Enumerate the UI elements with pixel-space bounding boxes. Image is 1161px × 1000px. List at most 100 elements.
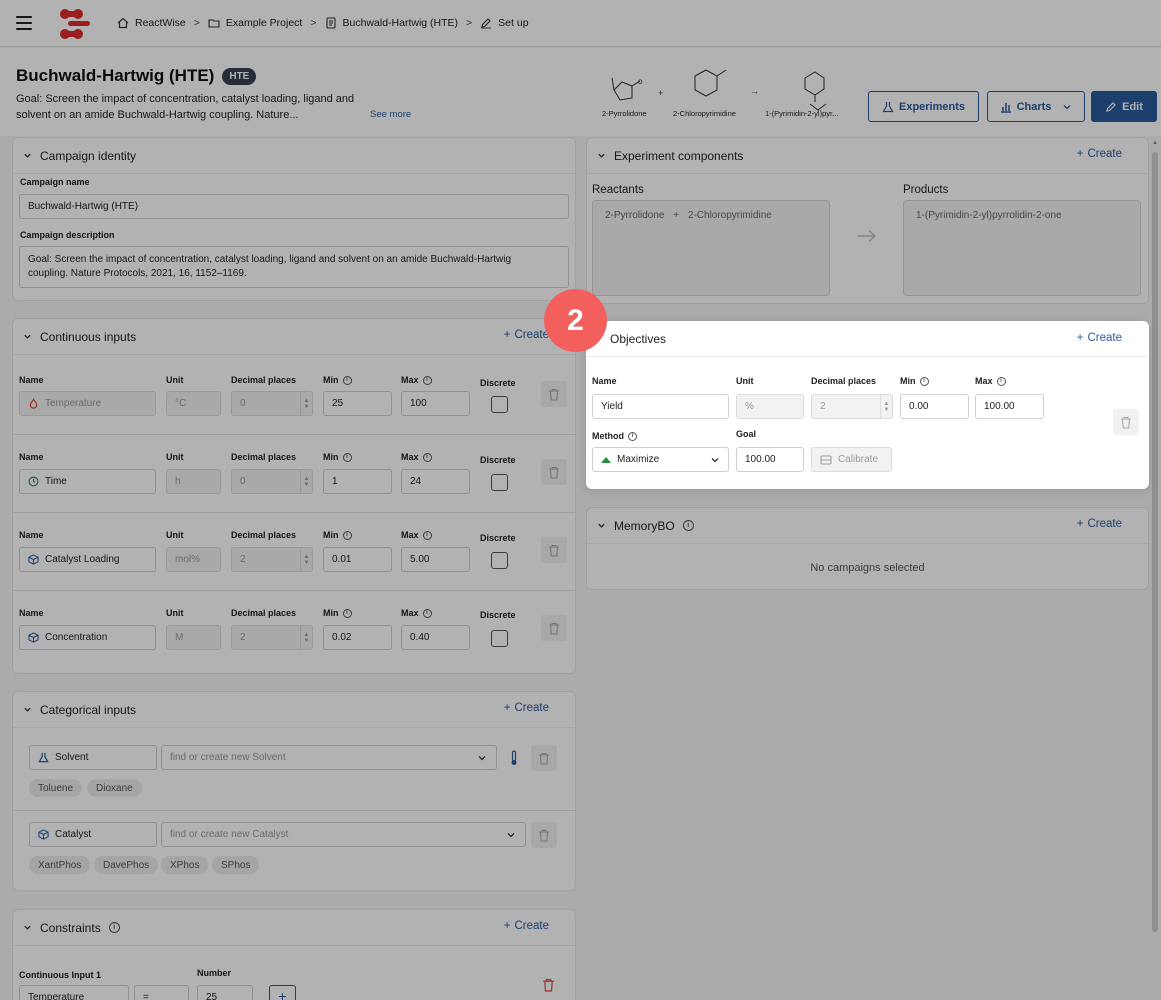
input-name-field[interactable]: Temperature xyxy=(19,391,156,416)
stepper-icon[interactable]: ▲ ▼ xyxy=(300,548,312,571)
unit-field[interactable]: °C xyxy=(166,391,221,416)
option-chip[interactable]: SPhos xyxy=(212,856,260,874)
stepper-icon[interactable]: ▲ ▼ xyxy=(300,626,312,649)
breadcrumb-item[interactable]: Example Project xyxy=(226,17,302,29)
catalyst-search-select[interactable]: find or create new Catalyst xyxy=(161,822,526,847)
memorybo-header[interactable]: MemoryBO i xyxy=(587,508,1148,544)
unit-field[interactable]: h xyxy=(166,469,221,494)
calibrate-button[interactable]: Calibrate xyxy=(811,447,892,472)
delete-input-button[interactable] xyxy=(541,537,567,563)
page-scrollbar[interactable]: ▲ xyxy=(1151,140,1159,1000)
discrete-checkbox[interactable] xyxy=(491,474,508,491)
stepper-icon[interactable]: ▲ ▼ xyxy=(300,470,312,493)
max-field[interactable]: 0.40 xyxy=(401,625,470,650)
create-memorybo-button[interactable]: + Create xyxy=(1077,518,1122,530)
input-name-field[interactable]: Time xyxy=(19,469,156,494)
info-icon[interactable]: i xyxy=(422,375,432,385)
charts-button[interactable]: Charts xyxy=(987,91,1085,122)
input-name-field[interactable]: Concentration xyxy=(19,625,156,650)
min-field[interactable]: 0.02 xyxy=(323,625,392,650)
info-icon[interactable]: i xyxy=(422,608,432,618)
objective-goal-field[interactable]: 100.00 xyxy=(736,447,804,472)
objectives-header[interactable]: Objectives xyxy=(586,321,1149,357)
delete-input-button[interactable] xyxy=(541,381,567,407)
create-objective-button[interactable]: + Create xyxy=(1077,332,1122,344)
reactwise-logo[interactable] xyxy=(56,8,96,40)
add-term-button[interactable]: + xyxy=(269,985,296,1000)
constraints-header[interactable]: Constraints i xyxy=(13,910,575,946)
option-chip[interactable]: XantPhos xyxy=(29,856,91,874)
reactants-box[interactable]: 2-Pyrrolidone + 2-Chloropyrimidine xyxy=(592,200,830,296)
trash-icon[interactable] xyxy=(542,978,555,992)
campaign-identity-header[interactable]: Campaign identity xyxy=(13,138,575,174)
delete-input-button[interactable] xyxy=(541,459,567,485)
objective-method-select[interactable]: Maximize xyxy=(592,447,729,472)
option-chip[interactable]: Toluene xyxy=(29,779,83,797)
option-chip[interactable]: DavePhos xyxy=(94,856,159,874)
min-field[interactable]: 1 xyxy=(323,469,392,494)
decimal-places-field[interactable]: 0 ▲ ▼ xyxy=(231,469,313,494)
decimal-places-field[interactable]: 2 ▲ ▼ xyxy=(231,547,313,572)
delete-objective-button[interactable] xyxy=(1113,409,1139,435)
experiment-components-header[interactable]: Experiment components xyxy=(587,138,1148,174)
info-icon[interactable]: i xyxy=(422,452,432,462)
stepper-icon[interactable]: ▲ ▼ xyxy=(880,395,892,418)
info-icon[interactable]: i xyxy=(422,530,432,540)
unit-field[interactable]: mol% xyxy=(166,547,221,572)
objective-decimal-field[interactable]: 2 ▲ ▼ xyxy=(811,394,893,419)
breadcrumb-item[interactable]: Buchwald-Hartwig (HTE) xyxy=(343,17,459,29)
info-icon[interactable]: i xyxy=(628,431,637,441)
categorical-name-field[interactable]: Solvent xyxy=(29,745,157,770)
scrollbar-thumb[interactable] xyxy=(1152,152,1158,932)
discrete-checkbox[interactable] xyxy=(491,630,508,647)
discrete-checkbox[interactable] xyxy=(491,552,508,569)
option-chip[interactable]: Dioxane xyxy=(87,779,142,797)
create-constraint-button[interactable]: + Create xyxy=(504,920,549,932)
info-icon[interactable]: i xyxy=(108,922,120,933)
products-box[interactable]: 1-(Pyrimidin-2-yl)pyrrolidin-2-one xyxy=(903,200,1141,296)
info-icon[interactable]: i xyxy=(342,452,352,462)
delete-input-button[interactable] xyxy=(541,615,567,641)
continuous-inputs-header[interactable]: Continuous inputs xyxy=(13,319,575,355)
experiments-button[interactable]: Experiments xyxy=(868,91,979,122)
decimal-places-field[interactable]: 0 ▲ ▼ xyxy=(231,391,313,416)
max-field[interactable]: 24 xyxy=(401,469,470,494)
categorical-name-field[interactable]: Catalyst xyxy=(29,822,157,847)
objective-max-field[interactable]: 100.00 xyxy=(975,394,1044,419)
campaign-name-field[interactable]: Buchwald-Hartwig (HTE) xyxy=(19,194,569,219)
constraint-operator-select[interactable]: = xyxy=(134,985,189,1000)
unit-field[interactable]: M xyxy=(166,625,221,650)
create-component-button[interactable]: + Create xyxy=(1077,148,1122,160)
scroll-up-icon[interactable]: ▲ xyxy=(1152,140,1158,146)
max-field[interactable]: 5.00 xyxy=(401,547,470,572)
discrete-checkbox[interactable] xyxy=(491,396,508,413)
constraint-input-select[interactable]: Temperature xyxy=(19,985,129,1000)
thermometer-icon[interactable] xyxy=(509,750,519,766)
objective-min-field[interactable]: 0.00 xyxy=(900,394,969,419)
info-icon[interactable]: i xyxy=(682,520,694,531)
see-more-link[interactable]: See more xyxy=(370,109,411,120)
info-icon[interactable]: i xyxy=(342,530,352,540)
input-name-field[interactable]: Catalyst Loading xyxy=(19,547,156,572)
menu-icon[interactable] xyxy=(16,16,32,30)
delete-categorical-button[interactable] xyxy=(531,822,557,848)
max-field[interactable]: 100 xyxy=(401,391,470,416)
breadcrumb-item[interactable]: ReactWise xyxy=(135,17,186,29)
min-field[interactable]: 0.01 xyxy=(323,547,392,572)
option-chip[interactable]: XPhos xyxy=(161,856,209,874)
objective-name-field[interactable]: Yield xyxy=(592,394,729,419)
campaign-description-field[interactable]: Goal: Screen the impact of concentration… xyxy=(19,246,569,288)
create-categorical-input-button[interactable]: + Create xyxy=(504,702,549,714)
create-continuous-input-button[interactable]: + Create xyxy=(504,329,549,341)
constraint-number-field[interactable]: 25 xyxy=(197,985,253,1000)
info-icon[interactable]: i xyxy=(996,376,1006,386)
min-field[interactable]: 25 xyxy=(323,391,392,416)
edit-button[interactable]: Edit xyxy=(1091,91,1157,122)
delete-categorical-button[interactable] xyxy=(531,745,557,771)
solvent-search-select[interactable]: find or create new Solvent xyxy=(161,745,497,770)
info-icon[interactable]: i xyxy=(919,376,929,386)
categorical-inputs-header[interactable]: Categorical inputs xyxy=(13,692,575,728)
stepper-icon[interactable]: ▲ ▼ xyxy=(300,392,312,415)
objective-unit-field[interactable]: % xyxy=(736,394,804,419)
info-icon[interactable]: i xyxy=(342,608,352,618)
